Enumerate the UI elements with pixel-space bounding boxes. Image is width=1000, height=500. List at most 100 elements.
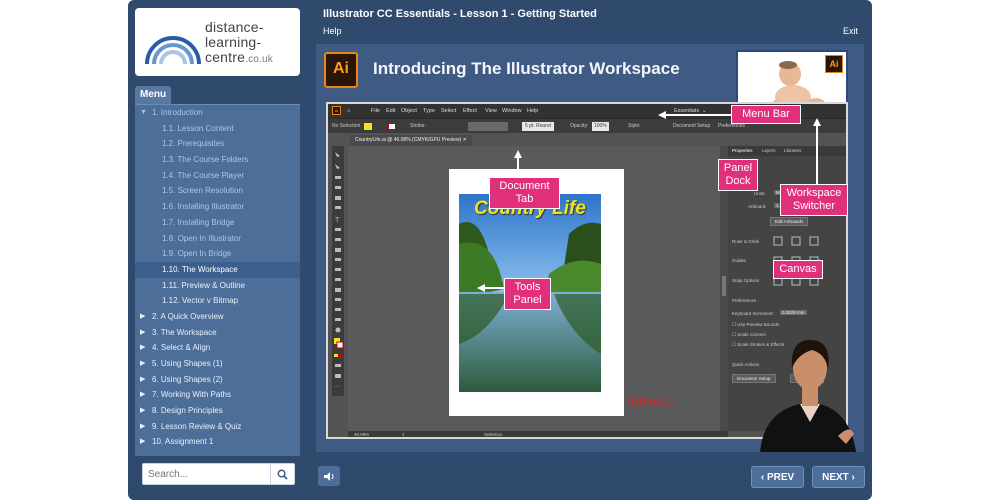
callout-menu-bar-line [664, 114, 731, 116]
callout-document-tab-line [517, 156, 519, 177]
next-button-label: NEXT [822, 472, 849, 483]
svg-text:T: T [335, 217, 340, 224]
ai-panel-snap: Snap Options [732, 278, 760, 283]
ai-menu-help: Help [527, 108, 539, 114]
menu-item-using-shapes-1[interactable]: ▶ 5. Using Shapes (1) [135, 356, 300, 372]
illustrator-logo-icon: Ai [324, 52, 358, 88]
ai-menu-edit: Edit [386, 108, 396, 114]
home-icon: ⌂ [347, 108, 351, 114]
ai-artboard-number: 1 [402, 432, 405, 437]
menu-item-vector-bitmap[interactable]: 1.12. Vector v Bitmap [135, 293, 300, 309]
menu-item-label: 9. Lesson Review & Quiz [152, 421, 242, 431]
menu-item-open-in-bridge[interactable]: 1.9. Open In Bridge [135, 246, 300, 262]
ai-panel-guides: Guides [732, 258, 747, 263]
menu-item-label: 7. Working With Paths [152, 390, 231, 400]
menu-item-screen-resolution[interactable]: 1.5. Screen Resolution [135, 183, 300, 199]
menu-item-course-player[interactable]: 1.4. The Course Player [135, 168, 300, 184]
menu-item-preview-outline[interactable]: 1.11. Preview & Outline [135, 278, 300, 294]
menu-item-quick-overview[interactable]: ▶ 2. A Quick Overview [135, 309, 300, 325]
logo-arcs-icon [145, 36, 201, 65]
callout-menu-bar: Menu Bar [731, 105, 801, 124]
arrow-left-icon [477, 284, 485, 292]
menu-item-installing-illustrator[interactable]: 1.6. Installing Illustrator [135, 199, 300, 215]
ai-workspace-switcher: Essentials [674, 108, 700, 114]
ai-panel-keyboard-value: 0.3528 mm [780, 310, 807, 315]
menu-item-using-shapes-2[interactable]: ▶ 6. Using Shapes (2) [135, 372, 300, 388]
menu-tab[interactable]: Menu [135, 86, 171, 104]
ai-opacity-field: 100% [592, 122, 609, 131]
speaker-icon [324, 471, 334, 481]
ai-document-setup-btn: Document Setup [673, 123, 711, 129]
menu-item-workspace-section[interactable]: ▶ 3. The Workspace [135, 325, 300, 341]
ai-menu-type: Type [423, 108, 435, 114]
chevron-down-icon: ⌄ [702, 108, 707, 114]
ai-panel-tab-libraries: Libraries [784, 148, 802, 153]
callout-workspace-switcher: Workspace Switcher [780, 184, 848, 216]
menu-item-label: 8. Design Principles [152, 406, 223, 416]
menu-item-lesson-review-quiz[interactable]: ▶ 9. Lesson Review & Quiz [135, 419, 300, 435]
callout-document-tab: Document Tab [489, 177, 560, 209]
logo-line-3-suffix: .co.uk [245, 54, 274, 65]
menu-item-label: 4. Select & Align [152, 343, 211, 353]
callout-tools-panel: Tools Panel [504, 278, 551, 310]
menu-item-assignment-1[interactable]: ▶ 10. Assignment 1 [135, 434, 300, 450]
ai-brush-field: 5 pt. Round [522, 122, 554, 131]
ai-panel-rulers: Ruler & Grids [732, 239, 760, 244]
menu-item-prerequisites[interactable]: 1.2. Prerequisites [135, 136, 300, 152]
ai-document-tab: CountryLife.ai @ 46.08% (CMYK/GPU Previe… [350, 135, 472, 146]
arrow-up-icon [813, 118, 821, 126]
menu-item-design-principles[interactable]: ▶ 8. Design Principles [135, 403, 300, 419]
illustrator-logo-small-icon: Ai [825, 55, 843, 73]
menu-item-lesson-content[interactable]: 1.1. Lesson Content [135, 121, 300, 137]
caret-right-icon: ▶ [140, 391, 146, 399]
ai-menu-object: Object [401, 108, 417, 114]
ai-menu-select: Select [441, 108, 457, 114]
tools-icons: T ··· [334, 152, 344, 390]
logo-line-2: learning- [205, 34, 262, 50]
ai-panel-preferences: Preferences [732, 298, 757, 303]
menu-item-label: 2. A Quick Overview [152, 311, 224, 321]
callout-artboard: Artboard [626, 394, 674, 408]
logo: distance- learning- centre.co.uk [135, 8, 300, 76]
search-box [142, 463, 295, 485]
caret-right-icon: ▶ [140, 438, 146, 446]
audio-button[interactable] [318, 466, 340, 486]
ai-panel-units-label: Units: [754, 191, 766, 196]
ai-edit-artboards-btn: Edit Artboards [770, 217, 809, 226]
ai-zoom-level: 46.08% [354, 432, 370, 437]
prev-button[interactable]: ‹ PREV [751, 466, 804, 488]
logo-line-3: centre.co.uk [205, 50, 273, 67]
logo-line-3-main: centre [205, 49, 246, 65]
menu-item-course-folders[interactable]: 1.3. The Course Folders [135, 152, 300, 168]
menu-item-open-in-illustrator[interactable]: 1.8. Open In Illustrator [135, 231, 300, 247]
help-link[interactable]: Help [323, 26, 342, 36]
ai-style-label: Style: [628, 123, 641, 129]
arrow-up-icon [514, 150, 522, 158]
next-button[interactable]: NEXT › [812, 466, 865, 488]
ai-stroke-field [468, 122, 508, 131]
menu-item-select-align[interactable]: ▶ 4. Select & Align [135, 340, 300, 356]
caret-right-icon: ▶ [140, 407, 146, 415]
menu-item-label: 6. Using Shapes (2) [152, 374, 223, 384]
search-icon [277, 469, 288, 480]
chevron-right-icon: › [851, 472, 855, 483]
menu-item-label: 3. The Workspace [152, 327, 217, 337]
logo-text: distance- learning- centre.co.uk [205, 20, 273, 67]
ai-panel-artboard-label: Artboard: [748, 204, 767, 209]
menu-item-introduction[interactable]: ▼ 1. Introduction [135, 105, 300, 121]
stroke-swatch [388, 123, 396, 130]
ai-current-tool: Selection [484, 432, 503, 437]
menu-item-working-with-paths[interactable]: ▶ 7. Working With Paths [135, 387, 300, 403]
ai-opacity-label: Opacity: [570, 123, 589, 129]
search-input[interactable] [143, 464, 271, 484]
menu-panel: ▼ 1. Introduction 1.1. Lesson Content 1.2… [135, 104, 300, 456]
callout-canvas: Canvas [773, 260, 823, 279]
ai-tools-panel: T ··· [332, 146, 344, 396]
ai-menu-file: File [371, 108, 380, 114]
exit-link[interactable]: Exit [843, 26, 858, 36]
menu-item-the-workspace-active[interactable]: 1.10. The Workspace [135, 261, 300, 278]
slide: Ai Introducing The Illustrator Workspace… [316, 44, 864, 452]
search-button[interactable] [270, 464, 294, 484]
menu-item-installing-bridge[interactable]: 1.7. Installing Bridge [135, 215, 300, 231]
ai-no-selection: No Selection [332, 123, 361, 129]
